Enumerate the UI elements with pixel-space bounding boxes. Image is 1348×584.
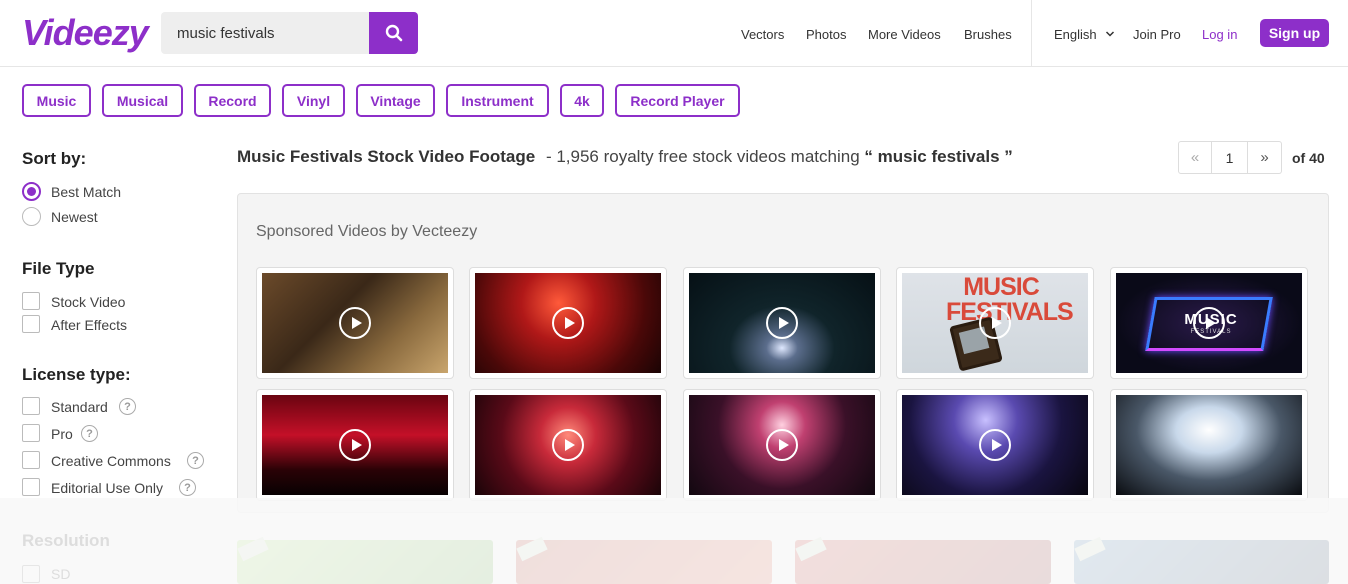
creative-commons-label[interactable]: Creative Commons xyxy=(51,453,171,469)
video-thumbnail-image xyxy=(262,395,448,495)
nav-brushes[interactable]: Brushes xyxy=(964,27,1012,42)
video-thumbnail-image xyxy=(475,395,661,495)
tag-4k[interactable]: 4k xyxy=(560,84,604,117)
play-icon xyxy=(339,307,371,339)
sponsored-heading: Sponsored Videos by Vecteezy xyxy=(256,223,478,240)
sort-newest-radio[interactable] xyxy=(22,207,41,226)
results-query-close: ” xyxy=(1004,147,1013,166)
search-bar xyxy=(161,12,418,54)
file-type-heading: File Type xyxy=(22,259,95,278)
chevron-down-icon xyxy=(1106,31,1115,37)
video-thumbnail-image xyxy=(902,395,1088,495)
top-header: Videezy Vectors Photos More Videos Brush… xyxy=(0,0,1348,67)
sort-heading: Sort by: xyxy=(22,149,87,168)
page-number-input[interactable]: 1 xyxy=(1212,141,1248,174)
play-icon xyxy=(552,307,584,339)
after-effects-label[interactable]: After Effects xyxy=(51,317,127,333)
sort-best-match-label[interactable]: Best Match xyxy=(51,184,121,200)
results-heading: Music Festivals Stock Video Footage xyxy=(237,147,536,166)
video-thumbnail-image xyxy=(262,273,448,373)
video-thumbnail-image: MUSIC FESTIVALS xyxy=(902,273,1088,373)
signup-button[interactable]: Sign up xyxy=(1260,19,1329,47)
video-thumbnail-image: MUSIC FESTIVALS xyxy=(1116,273,1302,373)
tag-record-player[interactable]: Record Player xyxy=(615,84,740,117)
pagination: « 1 » xyxy=(1178,141,1282,174)
tag-vinyl[interactable]: Vinyl xyxy=(282,84,345,117)
search-input[interactable] xyxy=(161,12,369,54)
tag-record[interactable]: Record xyxy=(194,84,271,117)
video-thumb[interactable]: MUSIC FESTIVALS xyxy=(1110,267,1308,379)
tag-vintage[interactable]: Vintage xyxy=(356,84,435,117)
prev-page-button[interactable]: « xyxy=(1178,141,1212,174)
play-icon xyxy=(552,429,584,461)
help-icon[interactable]: ? xyxy=(119,398,136,415)
video-thumb[interactable] xyxy=(683,267,881,379)
nav-more-videos[interactable]: More Videos xyxy=(868,27,941,42)
stock-video-label[interactable]: Stock Video xyxy=(51,294,125,310)
resolution-heading: Resolution xyxy=(22,531,110,550)
video-thumb[interactable] xyxy=(896,389,1094,501)
nav-photos[interactable]: Photos xyxy=(806,27,846,42)
sort-newest-label[interactable]: Newest xyxy=(51,209,98,225)
tag-instrument[interactable]: Instrument xyxy=(446,84,549,117)
license-heading: License type: xyxy=(22,365,131,384)
video-thumb[interactable]: MUSIC FESTIVALS xyxy=(896,267,1094,379)
video-thumbnail-image xyxy=(689,395,875,495)
stock-video-checkbox[interactable] xyxy=(22,292,40,310)
video-thumb[interactable] xyxy=(256,389,454,501)
video-thumb[interactable] xyxy=(1110,389,1308,501)
pro-label[interactable]: Pro xyxy=(51,426,73,442)
page-total: of 40 xyxy=(1292,150,1325,166)
video-thumb[interactable] xyxy=(683,389,881,501)
play-icon xyxy=(766,429,798,461)
standard-label[interactable]: Standard xyxy=(51,399,108,415)
pro-checkbox[interactable] xyxy=(22,424,40,442)
editorial-use-label[interactable]: Editorial Use Only xyxy=(51,480,163,496)
creative-commons-checkbox[interactable] xyxy=(22,451,40,469)
video-thumbnail-image xyxy=(689,273,875,373)
play-icon xyxy=(979,429,1011,461)
loading-overlay xyxy=(0,498,1348,584)
sort-best-match-radio[interactable] xyxy=(22,182,41,201)
login-link[interactable]: Log in xyxy=(1202,27,1237,42)
help-icon[interactable]: ? xyxy=(187,452,204,469)
help-icon[interactable]: ? xyxy=(81,425,98,442)
tag-musical[interactable]: Musical xyxy=(102,84,183,117)
video-thumbnail-image xyxy=(475,273,661,373)
help-icon[interactable]: ? xyxy=(179,479,196,496)
nav-vectors[interactable]: Vectors xyxy=(741,27,784,42)
search-icon xyxy=(385,24,402,42)
results-title: Music Festivals Stock Video Footage - 1,… xyxy=(237,147,1013,167)
standard-checkbox[interactable] xyxy=(22,397,40,415)
play-icon xyxy=(1193,307,1225,339)
sd-label[interactable]: SD xyxy=(51,566,70,582)
after-effects-checkbox[interactable] xyxy=(22,315,40,333)
editorial-use-checkbox[interactable] xyxy=(22,478,40,496)
video-thumb[interactable] xyxy=(469,267,667,379)
results-query-open: “ xyxy=(864,147,873,166)
results-count: - 1,956 royalty free stock videos matchi… xyxy=(545,147,860,166)
video-thumb[interactable] xyxy=(469,389,667,501)
play-icon xyxy=(766,307,798,339)
tag-music[interactable]: Music xyxy=(22,84,91,117)
next-page-button[interactable]: » xyxy=(1248,141,1282,174)
play-icon xyxy=(979,307,1011,339)
sd-checkbox[interactable] xyxy=(22,565,40,583)
video-thumb[interactable] xyxy=(256,267,454,379)
join-pro-link[interactable]: Join Pro xyxy=(1133,27,1181,42)
language-label: English xyxy=(1054,27,1097,42)
header-divider xyxy=(1031,0,1032,66)
videezy-logo[interactable]: Videezy xyxy=(22,12,149,54)
play-icon xyxy=(339,429,371,461)
language-select[interactable]: English xyxy=(1054,27,1115,42)
search-button[interactable] xyxy=(369,12,418,54)
results-query: music festivals xyxy=(877,147,1000,166)
video-thumbnail-image xyxy=(1116,395,1302,495)
